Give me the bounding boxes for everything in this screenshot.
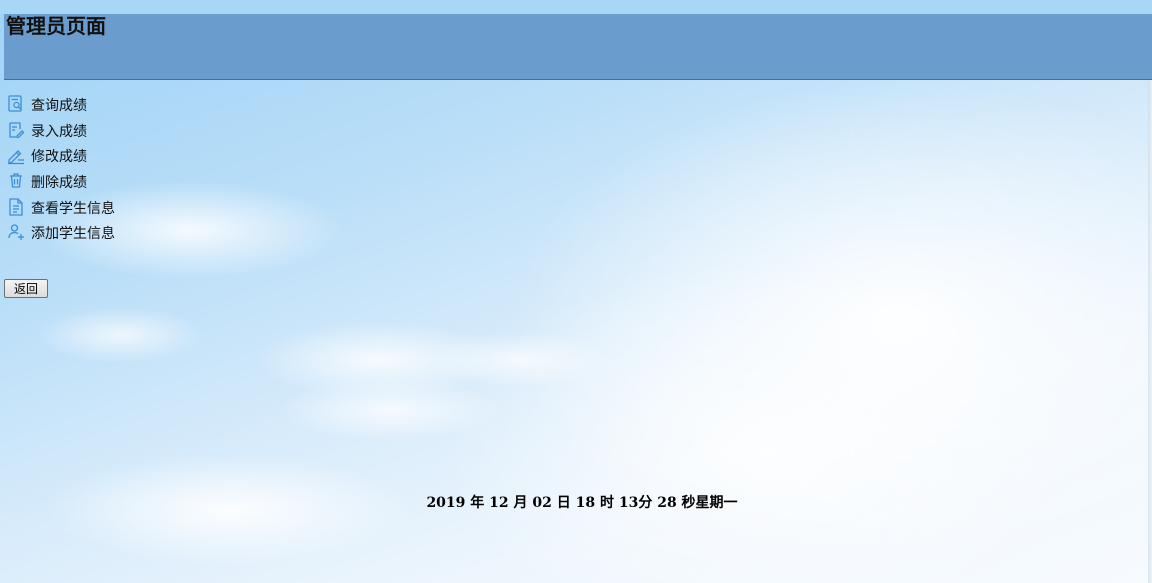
menu-item-label: 录入成绩 <box>31 123 87 140</box>
top-strip <box>0 0 1152 14</box>
menu-item-label: 查询成绩 <box>31 97 87 114</box>
edit-document-icon <box>6 120 26 140</box>
menu-item-label: 修改成绩 <box>31 149 87 166</box>
menu-item-query-grades[interactable]: 查询成绩 <box>6 91 115 117</box>
admin-menu: 查询成绩 录入成绩 修改成绩 删除成绩 查看学生信息 添加学生信息 <box>6 91 115 245</box>
menu-item-modify-grades[interactable]: 修改成绩 <box>6 142 115 168</box>
page-header: 管理员页面 <box>4 14 1152 80</box>
right-edge-divider <box>1148 80 1152 583</box>
menu-item-label: 添加学生信息 <box>31 226 115 243</box>
add-user-icon <box>6 222 26 242</box>
menu-item-view-student-info[interactable]: 查看学生信息 <box>6 194 115 220</box>
student-file-icon <box>6 197 26 217</box>
search-document-icon <box>6 94 26 114</box>
menu-item-add-student-info[interactable]: 添加学生信息 <box>6 219 115 245</box>
menu-item-label: 查看学生信息 <box>31 200 115 217</box>
menu-item-label: 删除成绩 <box>31 174 87 191</box>
page-title: 管理员页面 <box>6 14 106 38</box>
menu-item-delete-grades[interactable]: 删除成绩 <box>6 168 115 194</box>
pen-edit-icon <box>6 145 26 165</box>
trash-icon <box>6 171 26 191</box>
menu-item-enter-grades[interactable]: 录入成绩 <box>6 117 115 143</box>
datetime-display: 2019 年 12 月 02 日 18 时 13分 28 秒星期一 <box>426 495 738 511</box>
back-button[interactable]: 返回 <box>4 279 48 298</box>
